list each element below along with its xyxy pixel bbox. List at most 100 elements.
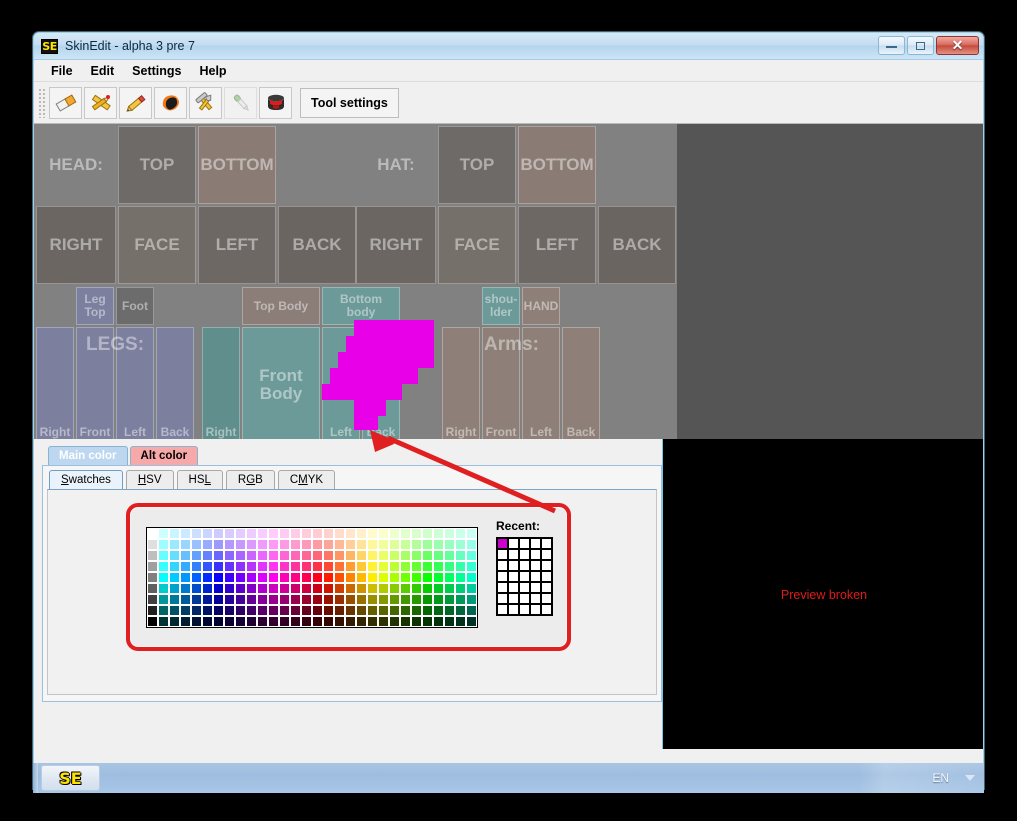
recent-color-cell[interactable] [541, 571, 552, 582]
palette-swatch[interactable] [246, 528, 257, 539]
palette-swatch[interactable] [257, 605, 268, 616]
palette-swatch[interactable] [411, 561, 422, 572]
palette-swatch[interactable] [411, 539, 422, 550]
palette-swatch[interactable] [367, 539, 378, 550]
palette-swatch[interactable] [235, 561, 246, 572]
palette-swatch[interactable] [158, 561, 169, 572]
skin-tile-shoulder[interactable]: shou- lder [482, 287, 520, 325]
palette-swatch[interactable] [444, 605, 455, 616]
palette-swatch[interactable] [246, 616, 257, 627]
recent-color-cell[interactable] [541, 549, 552, 560]
palette-swatch[interactable] [400, 594, 411, 605]
menu-item-file[interactable]: File [42, 62, 82, 80]
palette-swatch[interactable] [169, 561, 180, 572]
palette-swatch[interactable] [378, 528, 389, 539]
recent-color-cell[interactable] [530, 604, 541, 615]
draw-tools-tool[interactable] [84, 86, 117, 119]
palette-swatch[interactable] [356, 594, 367, 605]
skin-tile-left[interactable]: LEFT [198, 206, 276, 284]
toolbar-grip[interactable] [38, 87, 46, 118]
color-palette[interactable] [146, 527, 478, 628]
palette-swatch[interactable] [466, 594, 477, 605]
palette-swatch[interactable] [466, 605, 477, 616]
palette-swatch[interactable] [345, 528, 356, 539]
palette-swatch[interactable] [312, 528, 323, 539]
palette-swatch[interactable] [334, 583, 345, 594]
palette-swatch[interactable] [158, 539, 169, 550]
palette-swatch[interactable] [213, 561, 224, 572]
palette-swatch[interactable] [246, 539, 257, 550]
palette-swatch[interactable] [279, 561, 290, 572]
palette-swatch[interactable] [312, 539, 323, 550]
palette-swatch[interactable] [400, 550, 411, 561]
recent-colors-grid[interactable] [496, 537, 553, 616]
palette-swatch[interactable] [180, 583, 191, 594]
palette-swatch[interactable] [290, 605, 301, 616]
palette-swatch[interactable] [224, 550, 235, 561]
recent-color-cell[interactable] [508, 593, 519, 604]
palette-swatch[interactable] [301, 583, 312, 594]
palette-swatch[interactable] [444, 594, 455, 605]
palette-swatch[interactable] [279, 528, 290, 539]
palette-swatch[interactable] [213, 594, 224, 605]
eraser-tool[interactable] [49, 86, 82, 119]
palette-swatch[interactable] [400, 605, 411, 616]
palette-swatch[interactable] [169, 550, 180, 561]
palette-swatch[interactable] [301, 528, 312, 539]
palette-swatch[interactable] [444, 550, 455, 561]
palette-swatch[interactable] [455, 583, 466, 594]
skin-tile-back[interactable]: BACK [598, 206, 676, 284]
palette-swatch[interactable] [356, 561, 367, 572]
palette-swatch[interactable] [235, 550, 246, 561]
palette-swatch[interactable] [224, 539, 235, 550]
palette-swatch[interactable] [334, 616, 345, 627]
skin-tile-right[interactable]: Right [202, 327, 240, 444]
palette-swatch[interactable] [345, 594, 356, 605]
palette-swatch[interactable] [345, 550, 356, 561]
palette-swatch[interactable] [356, 528, 367, 539]
palette-swatch[interactable] [367, 550, 378, 561]
palette-swatch[interactable] [279, 594, 290, 605]
skin-tile-bottom[interactable]: BOTTOM [198, 126, 276, 204]
palette-swatch[interactable] [312, 572, 323, 583]
palette-swatch[interactable] [202, 594, 213, 605]
palette-swatch[interactable] [268, 605, 279, 616]
recent-color-cell[interactable] [497, 538, 508, 549]
palette-swatch[interactable] [301, 539, 312, 550]
palette-swatch[interactable] [411, 583, 422, 594]
palette-swatch[interactable] [444, 583, 455, 594]
taskbar-item-skinedit[interactable]: SE [41, 765, 100, 791]
palette-swatch[interactable] [246, 583, 257, 594]
palette-swatch[interactable] [455, 572, 466, 583]
palette-swatch[interactable] [312, 616, 323, 627]
palette-swatch[interactable] [268, 550, 279, 561]
palette-swatch[interactable] [202, 583, 213, 594]
palette-swatch[interactable] [158, 583, 169, 594]
palette-swatch[interactable] [422, 616, 433, 627]
palette-swatch[interactable] [323, 594, 334, 605]
recent-color-cell[interactable] [530, 538, 541, 549]
recent-color-cell[interactable] [541, 593, 552, 604]
palette-swatch[interactable] [312, 550, 323, 561]
palette-swatch[interactable] [444, 528, 455, 539]
palette-swatch[interactable] [422, 572, 433, 583]
palette-swatch[interactable] [323, 605, 334, 616]
palette-swatch[interactable] [411, 594, 422, 605]
palette-swatch[interactable] [367, 594, 378, 605]
palette-swatch[interactable] [191, 616, 202, 627]
skin-tile-back[interactable]: Back [562, 327, 600, 444]
palette-swatch[interactable] [378, 616, 389, 627]
recent-color-cell[interactable] [519, 582, 530, 593]
tab-alt-color[interactable]: Alt color [129, 446, 199, 465]
palette-swatch[interactable] [235, 572, 246, 583]
palette-swatch[interactable] [147, 550, 158, 561]
skin-tile-right[interactable]: Right [442, 327, 480, 444]
recent-color-cell[interactable] [519, 593, 530, 604]
eyedropper-tool[interactable] [224, 86, 257, 119]
skin-canvas[interactable]: HEAD: HAT: TOP BOTTOM RIGHT FACE LEFT BACK TOP BO… [34, 124, 983, 446]
tab-hsv[interactable]: HSV [125, 470, 174, 490]
recent-color-cell[interactable] [519, 604, 530, 615]
palette-swatch[interactable] [180, 561, 191, 572]
palette-swatch[interactable] [400, 572, 411, 583]
palette-swatch[interactable] [301, 550, 312, 561]
